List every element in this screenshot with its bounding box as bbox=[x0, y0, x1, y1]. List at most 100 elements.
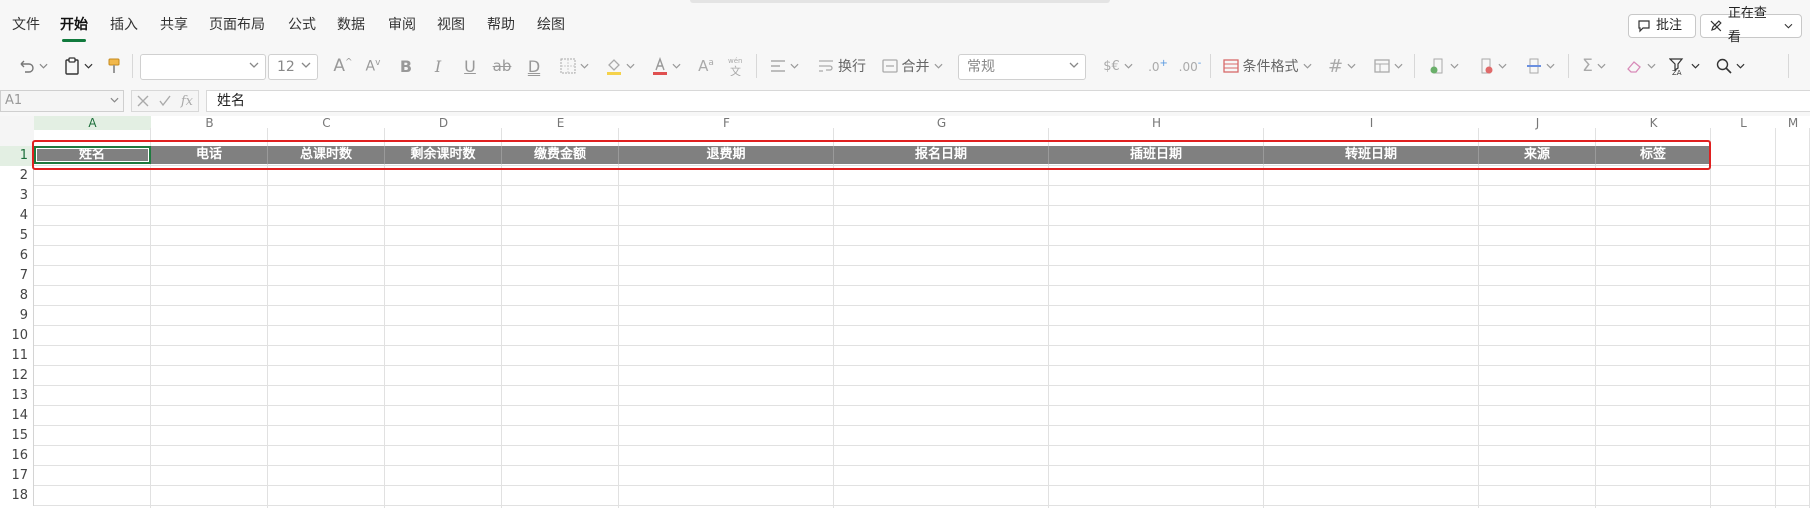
chevron-down-icon bbox=[83, 63, 93, 69]
row-header-9[interactable]: 9 bbox=[0, 306, 34, 326]
undo-button[interactable] bbox=[12, 44, 52, 88]
tab-home[interactable]: 开始 bbox=[60, 14, 88, 42]
chevron-down-icon bbox=[1497, 63, 1507, 69]
column-header-h[interactable]: H bbox=[1049, 116, 1264, 130]
increase-decimal-button[interactable]: .0+ bbox=[1146, 44, 1170, 88]
row-header-3[interactable]: 3 bbox=[0, 186, 34, 206]
view-mode-button[interactable]: 正在查看 bbox=[1700, 6, 1802, 45]
row-header-1[interactable]: 1 bbox=[0, 146, 34, 166]
delete-cells-button[interactable] bbox=[1472, 44, 1512, 88]
row-gridline bbox=[34, 185, 1810, 186]
insert-function-icon[interactable]: fx bbox=[181, 94, 193, 109]
conditional-format-button[interactable]: 条件格式 bbox=[1220, 44, 1314, 88]
strikethrough-icon: ab bbox=[492, 57, 512, 75]
comment-icon bbox=[1638, 20, 1650, 33]
column-header-g[interactable]: G bbox=[834, 116, 1049, 130]
decrease-font-button[interactable]: Av bbox=[360, 44, 386, 88]
tab-data[interactable]: 数据 bbox=[337, 14, 365, 36]
row-header-17[interactable]: 17 bbox=[0, 466, 34, 486]
column-header-j[interactable]: J bbox=[1479, 116, 1596, 130]
tab-insert[interactable]: 插入 bbox=[110, 14, 138, 36]
row-header-13[interactable]: 13 bbox=[0, 386, 34, 406]
row-header-16[interactable]: 16 bbox=[0, 446, 34, 466]
format-as-table-button[interactable] bbox=[1370, 44, 1406, 88]
phonetic-guide-button[interactable]: wén 文 bbox=[724, 44, 748, 88]
double-underline-icon: D bbox=[527, 56, 541, 76]
font-name-select[interactable] bbox=[140, 54, 266, 80]
tab-draw[interactable]: 绘图 bbox=[537, 14, 565, 36]
align-button[interactable] bbox=[766, 44, 802, 88]
currency-format-button[interactable]: $€ bbox=[1098, 44, 1138, 88]
row-header-5[interactable]: 5 bbox=[0, 226, 34, 246]
spreadsheet-grid[interactable]: ABCDEFGHIJKLM 1 2 3 4 5 6 7 8 9 10 11 12 13 14 15 16 17 1… bbox=[0, 116, 1810, 508]
format-painter-button[interactable] bbox=[104, 44, 124, 88]
tab-help[interactable]: 帮助 bbox=[487, 14, 515, 36]
increase-font-button[interactable]: A^ bbox=[330, 44, 356, 88]
paste-button[interactable] bbox=[58, 44, 98, 88]
clipboard-icon bbox=[64, 57, 79, 75]
row-header-14[interactable]: 14 bbox=[0, 406, 34, 426]
cell-styles-button[interactable]: # bbox=[1324, 44, 1360, 88]
row-gridline bbox=[34, 445, 1810, 446]
column-header-d[interactable]: D bbox=[385, 116, 502, 130]
row-header-2[interactable]: 2 bbox=[0, 166, 34, 186]
format-cells-button[interactable] bbox=[1520, 44, 1560, 88]
row-header-6[interactable]: 6 bbox=[0, 246, 34, 266]
conditional-format-icon bbox=[1222, 59, 1239, 73]
column-header-e[interactable]: E bbox=[502, 116, 619, 130]
row-header-7[interactable]: 7 bbox=[0, 266, 34, 286]
row-header-11[interactable]: 11 bbox=[0, 346, 34, 366]
number-format-select[interactable]: 常规 bbox=[958, 54, 1086, 80]
tab-file[interactable]: 文件 bbox=[12, 14, 40, 36]
tab-formulas[interactable]: 公式 bbox=[288, 14, 316, 36]
name-box-value: A1 bbox=[5, 93, 23, 108]
row-header-8[interactable]: 8 bbox=[0, 286, 34, 306]
insert-cells-button[interactable] bbox=[1424, 44, 1464, 88]
column-header-b[interactable]: B bbox=[151, 116, 268, 130]
cancel-icon[interactable] bbox=[137, 95, 149, 107]
strikethrough-button[interactable]: ab bbox=[491, 44, 513, 88]
comments-button[interactable]: 批注 bbox=[1628, 14, 1696, 38]
wrap-text-icon bbox=[819, 60, 833, 72]
clear-format-button[interactable]: Aa bbox=[694, 44, 718, 88]
name-box[interactable]: A1 bbox=[0, 90, 124, 112]
row-header-12[interactable]: 12 bbox=[0, 366, 34, 386]
sort-filter-button[interactable]: ZA bbox=[1664, 44, 1704, 88]
font-color-button[interactable] bbox=[648, 44, 684, 88]
row-header-18[interactable]: 18 bbox=[0, 486, 34, 506]
wrap-text-button[interactable]: 换行 bbox=[812, 44, 872, 88]
tab-view[interactable]: 视图 bbox=[437, 14, 465, 36]
column-header-i[interactable]: I bbox=[1264, 116, 1479, 130]
column-header-m[interactable]: M bbox=[1776, 116, 1810, 130]
formula-input[interactable]: 姓名 bbox=[206, 90, 1810, 112]
select-all-corner[interactable] bbox=[0, 116, 34, 146]
italic-button[interactable]: I bbox=[428, 44, 448, 88]
tab-page-layout[interactable]: 页面布局 bbox=[209, 14, 265, 36]
column-header-f[interactable]: F bbox=[619, 116, 834, 130]
fill-color-button[interactable] bbox=[602, 44, 638, 88]
tab-review[interactable]: 审阅 bbox=[388, 14, 416, 36]
column-header-l[interactable]: L bbox=[1711, 116, 1776, 130]
clear-button[interactable] bbox=[1620, 44, 1660, 88]
borders-button[interactable] bbox=[556, 44, 592, 88]
column-header-k[interactable]: K bbox=[1596, 116, 1711, 130]
row-gridline bbox=[34, 245, 1810, 246]
bold-button[interactable]: B bbox=[396, 44, 416, 88]
tab-share[interactable]: 共享 bbox=[160, 14, 188, 36]
column-header-c[interactable]: C bbox=[268, 116, 385, 130]
double-underline-button[interactable]: D bbox=[524, 44, 544, 88]
font-size-select[interactable]: 12 bbox=[268, 54, 318, 80]
row-header-15[interactable]: 15 bbox=[0, 426, 34, 446]
row-header-4[interactable]: 4 bbox=[0, 206, 34, 226]
underline-button[interactable]: U bbox=[460, 44, 480, 88]
autosum-button[interactable]: Σ bbox=[1576, 44, 1612, 88]
sigma-icon: Σ bbox=[1582, 56, 1593, 76]
find-button[interactable] bbox=[1710, 44, 1750, 88]
row-header-10[interactable]: 10 bbox=[0, 326, 34, 346]
decrease-decimal-button[interactable]: .00- bbox=[1178, 44, 1202, 88]
merge-cells-button[interactable]: 合并 bbox=[878, 44, 946, 88]
check-icon[interactable] bbox=[159, 95, 171, 107]
chevron-down-icon bbox=[1347, 63, 1356, 69]
column-header-a[interactable]: A bbox=[34, 116, 151, 130]
row-gridline bbox=[34, 285, 1810, 286]
